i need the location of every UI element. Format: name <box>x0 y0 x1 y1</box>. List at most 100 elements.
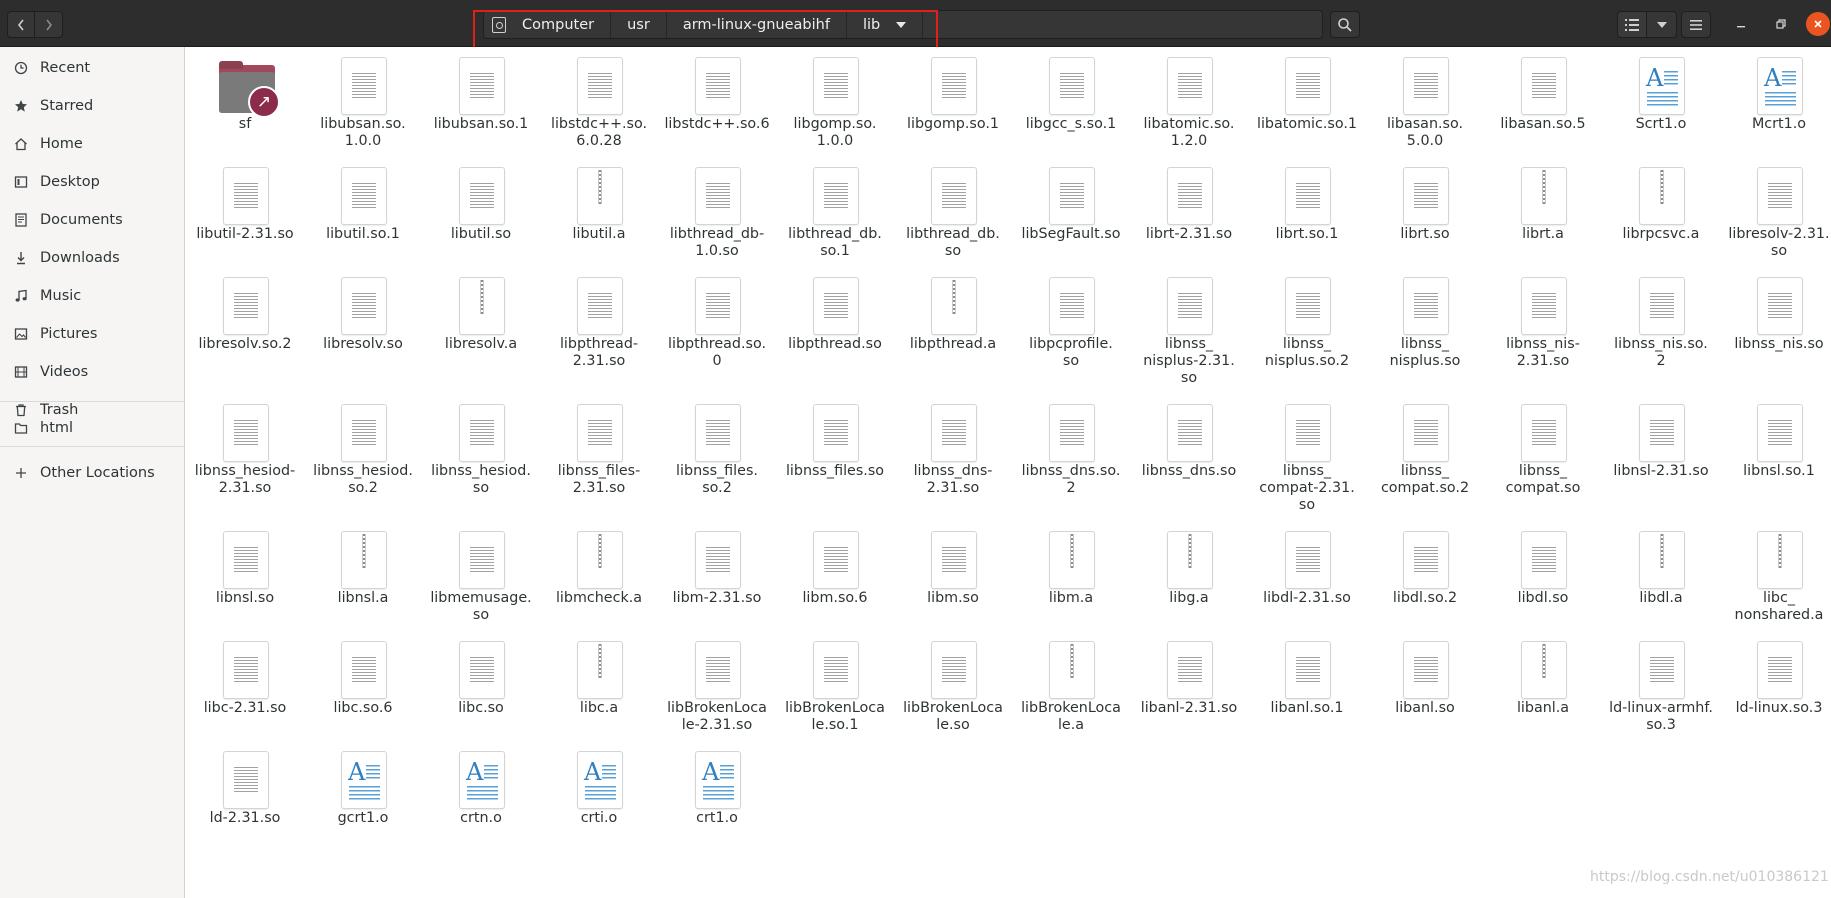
file-item[interactable]: libresolv.a <box>422 277 540 387</box>
file-item[interactable]: libc-2.31.so <box>186 641 304 751</box>
file-item[interactable]: libthread_db. so <box>894 167 1012 277</box>
file-item[interactable]: libmcheck.a <box>540 531 658 641</box>
file-item[interactable]: libnss_nis.so <box>1720 277 1831 387</box>
file-item[interactable]: libBrokenLoca le-2.31.so <box>658 641 776 751</box>
sidebar-item-pictures[interactable]: Pictures <box>0 316 185 352</box>
file-item[interactable]: libc_ nonshared.a <box>1720 531 1831 641</box>
file-item[interactable]: libanl.a <box>1484 641 1602 751</box>
file-item[interactable]: libutil.a <box>540 167 658 277</box>
folder-item[interactable]: ↗ sf <box>186 57 304 167</box>
file-item[interactable]: libnss_nis.so. 2 <box>1602 277 1720 387</box>
sidebar-item-music[interactable]: Music <box>0 278 185 314</box>
view-options-button[interactable] <box>1647 11 1677 38</box>
file-item[interactable]: libnss_dns- 2.31.so <box>894 404 1012 514</box>
sidebar-item-home[interactable]: Home <box>0 126 185 162</box>
file-item[interactable]: libdl.a <box>1602 531 1720 641</box>
minimize-button[interactable] <box>1729 12 1753 36</box>
file-item[interactable]: libubsan.so.1 <box>422 57 540 167</box>
search-button[interactable] <box>1330 11 1360 38</box>
file-item[interactable]: libnss_files- 2.31.so <box>540 404 658 514</box>
file-item[interactable]: libnss_dns.so. 2 <box>1012 404 1130 514</box>
file-item[interactable]: librpcsvc.a <box>1602 167 1720 277</box>
menu-button[interactable] <box>1681 11 1711 38</box>
file-item[interactable]: libgcc_s.so.1 <box>1012 57 1130 167</box>
file-item[interactable]: libnsl.a <box>304 531 422 641</box>
file-item[interactable]: libnss_ nisplus-2.31. so <box>1130 277 1248 387</box>
file-item[interactable]: libstdc++.so.6 <box>658 57 776 167</box>
list-view-button[interactable] <box>1617 11 1647 38</box>
file-item[interactable]: libanl.so <box>1366 641 1484 751</box>
file-item[interactable]: libmemusage. so <box>422 531 540 641</box>
sidebar-item-videos[interactable]: Videos <box>0 354 185 390</box>
file-item[interactable]: libnss_ compat-2.31. so <box>1248 404 1366 514</box>
file-item[interactable]: libm.so <box>894 531 1012 641</box>
close-button[interactable] <box>1806 12 1830 36</box>
file-item[interactable]: libm.so.6 <box>776 531 894 641</box>
file-item[interactable]: libatomic.so.1 <box>1248 57 1366 167</box>
file-item[interactable]: libc.so.6 <box>304 641 422 751</box>
file-item[interactable]: libresolv.so.2 <box>186 277 304 387</box>
file-item[interactable]: libc.so <box>422 641 540 751</box>
sidebar-item-starred[interactable]: Starred <box>0 88 185 124</box>
file-item[interactable]: libutil-2.31.so <box>186 167 304 277</box>
file-item[interactable]: libnss_files. so.2 <box>658 404 776 514</box>
sidebar-item-downloads[interactable]: Downloads <box>0 240 185 276</box>
file-item[interactable]: libnss_ compat.so <box>1484 404 1602 514</box>
file-item[interactable]: libthread_db- 1.0.so <box>658 167 776 277</box>
file-item[interactable]: libatomic.so. 1.2.0 <box>1130 57 1248 167</box>
sidebar-item-desktop[interactable]: Desktop <box>0 164 185 200</box>
file-item[interactable]: libc.a <box>540 641 658 751</box>
file-item[interactable]: libpcprofile. so <box>1012 277 1130 387</box>
file-item[interactable]: libpthread- 2.31.so <box>540 277 658 387</box>
file-item[interactable]: Acrtn.o <box>422 751 540 861</box>
file-item[interactable]: A Mcrt1.o <box>1720 57 1831 167</box>
file-item[interactable]: libpthread.a <box>894 277 1012 387</box>
file-item[interactable]: libnss_hesiod. so.2 <box>304 404 422 514</box>
file-item[interactable]: libm-2.31.so <box>658 531 776 641</box>
file-item[interactable]: libSegFault.so <box>1012 167 1130 277</box>
file-item[interactable]: libnss_hesiod- 2.31.so <box>186 404 304 514</box>
file-item[interactable]: libnss_files.so <box>776 404 894 514</box>
file-item[interactable]: Agcrt1.o <box>304 751 422 861</box>
file-item[interactable]: libnss_hesiod. so <box>422 404 540 514</box>
file-item[interactable]: libresolv.so <box>304 277 422 387</box>
file-item[interactable]: libutil.so.1 <box>304 167 422 277</box>
file-item[interactable]: libubsan.so. 1.0.0 <box>304 57 422 167</box>
file-item[interactable]: libnss_ nisplus.so.2 <box>1248 277 1366 387</box>
sidebar-item-documents[interactable]: Documents <box>0 202 185 238</box>
file-item[interactable]: libBrokenLoca le.so <box>894 641 1012 751</box>
file-item[interactable]: libthread_db. so.1 <box>776 167 894 277</box>
maximize-button[interactable] <box>1769 12 1793 36</box>
file-item[interactable]: Acrti.o <box>540 751 658 861</box>
file-item[interactable]: libanl.so.1 <box>1248 641 1366 751</box>
file-item[interactable]: libnss_nis- 2.31.so <box>1484 277 1602 387</box>
file-item[interactable]: libresolv-2.31. so <box>1720 167 1831 277</box>
file-item[interactable]: libasan.so. 5.0.0 <box>1366 57 1484 167</box>
file-item[interactable]: librt.so <box>1366 167 1484 277</box>
file-item[interactable]: ld-linux-armhf. so.3 <box>1602 641 1720 751</box>
file-item[interactable]: A Scrt1.o <box>1602 57 1720 167</box>
file-item[interactable]: libnss_dns.so <box>1130 404 1248 514</box>
file-item[interactable]: Acrt1.o <box>658 751 776 861</box>
sidebar-item-other-locations[interactable]: Other Locations <box>0 455 185 491</box>
file-item[interactable]: librt-2.31.so <box>1130 167 1248 277</box>
file-item[interactable]: ld-2.31.so <box>186 751 304 861</box>
file-item[interactable]: libstdc++.so. 6.0.28 <box>540 57 658 167</box>
file-item[interactable]: libdl-2.31.so <box>1248 531 1366 641</box>
file-item[interactable]: libdl.so <box>1484 531 1602 641</box>
file-item[interactable]: libm.a <box>1012 531 1130 641</box>
file-item[interactable]: libg.a <box>1130 531 1248 641</box>
forward-button[interactable] <box>35 11 63 38</box>
file-item[interactable]: libgomp.so. 1.0.0 <box>776 57 894 167</box>
file-item[interactable]: libgomp.so.1 <box>894 57 1012 167</box>
file-item[interactable]: libnss_ nisplus.so <box>1366 277 1484 387</box>
file-item[interactable]: libnsl-2.31.so <box>1602 404 1720 514</box>
file-item[interactable]: libpthread.so <box>776 277 894 387</box>
file-item[interactable]: libutil.so <box>422 167 540 277</box>
file-item[interactable]: libdl.so.2 <box>1366 531 1484 641</box>
file-item[interactable]: ld-linux.so.3 <box>1720 641 1831 751</box>
sidebar-item-html[interactable]: html <box>0 410 185 446</box>
file-item[interactable]: librt.so.1 <box>1248 167 1366 277</box>
sidebar-item-recent[interactable]: Recent <box>0 50 185 86</box>
file-item[interactable]: libanl-2.31.so <box>1130 641 1248 751</box>
